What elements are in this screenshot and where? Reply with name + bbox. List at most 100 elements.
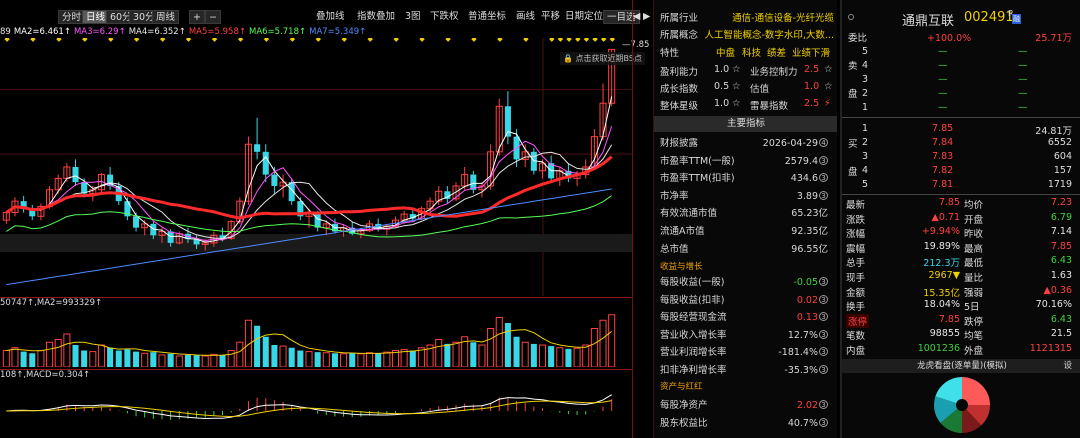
indicator-label: 每股收益(扣非) [660, 294, 725, 306]
chart-right-axis [632, 0, 652, 438]
draw-line-button[interactable]: 画线 [516, 10, 535, 24]
indicator-label: 每股经营现金流 [660, 312, 727, 324]
indicator-row: 财报披露 2026-04-29 4 [654, 136, 837, 152]
info-badge-icon: 3 [819, 294, 828, 304]
ma-legend-item: MA7=5.349↑ [309, 27, 367, 37]
ma-legend: 89 MA2=6.461↑ MA3=6.29↑ MA4=6.352↑ MA5=5.958… [0, 27, 369, 38]
candle-body [262, 151, 269, 175]
book-volume: — [1018, 60, 1028, 71]
info-badge-icon: 3 [819, 347, 828, 357]
volume-bar [37, 350, 45, 367]
ma-legend-item: MA6=5.718↑ [248, 27, 307, 37]
signal-marker: ◆ [471, 38, 477, 43]
signal-marker: ◆ [523, 38, 529, 43]
ma-legend-item: MA5=5.958↑ [188, 27, 246, 37]
stat-label: 均笔 [964, 331, 984, 343]
stat-label: 笔数 [846, 331, 866, 343]
volume-bar [262, 336, 269, 367]
quote-panel: 通鼎互联 002491 R 融 委比 +100.0% 25.71万 卖 盘 5—… [840, 0, 1080, 438]
indicator-label: 市盈率TTM(一般) [660, 155, 735, 167]
book-volume: 6552 [1047, 137, 1072, 148]
rating-value: 1.0 [714, 98, 730, 109]
info-badge-icon: 4 [819, 138, 828, 147]
kline-chart-panel[interactable]: 分时 日线 60分 30分 周线 + − 叠加线 指数叠加 3图 下跌权 普通坐… [0, 0, 652, 438]
book-level: 4 [862, 60, 869, 71]
period-button-intraday[interactable]: 分时 [58, 10, 86, 24]
signal-marker: ◆ [566, 38, 572, 43]
window-dot-icon[interactable] [848, 14, 854, 20]
rating-value: 2.5 [804, 98, 820, 109]
stat-value: 6.43 [1050, 255, 1072, 267]
lhb-settings-button[interactable]: 设 [1063, 359, 1072, 373]
book-volume: 24.81万 [1035, 126, 1072, 137]
indicator-value: 12.7% 3 [788, 328, 828, 344]
stat-value: ▲0.71 [931, 211, 960, 223]
signal-marker: ◆ [558, 38, 564, 43]
stat-label: 金额 [846, 287, 866, 299]
volume-bar [573, 347, 581, 367]
book-level: 5 [862, 46, 869, 57]
book-level: 3 [862, 74, 869, 85]
macd-area[interactable] [0, 381, 632, 438]
volume-bar [63, 333, 71, 367]
indicator-value: 2.02 3 [797, 398, 828, 414]
feature-tag: 业绩下滑 [792, 48, 831, 59]
volume-bar [150, 352, 157, 367]
zoom-in-button[interactable]: + [189, 10, 205, 24]
volume-bar [513, 336, 520, 367]
indicator-label: 有效流通市值 [660, 208, 718, 220]
book-volume: 604 [1053, 151, 1072, 162]
volume-area[interactable] [0, 309, 632, 367]
indicator-row: 有效流通市值 65.23亿 [654, 206, 837, 222]
ma-legend-item: MA2=6.461↑ [13, 27, 71, 37]
macd-legend: 108↑,MACD=0.304↑ [0, 370, 91, 380]
industry-value[interactable]: 通信-通信设备-光纤光缆 [732, 11, 834, 27]
overlay-line-dropdown[interactable]: 叠加线 [316, 10, 345, 24]
book-price: — [938, 74, 948, 85]
candlestick-area[interactable]: ◆ ◆ ◆ ◆ ◆ ◆ ◆ ◆ ◆ ◆ ◆ ◆ ◆ ◆ ◆ ◆ ◆ ◆ ◆ ◆ ◆ ◆ ◆ ◆ ◆ ◆ ◆ ◆ ◆ [0, 38, 632, 296]
info-badge-icon: 3 [819, 312, 828, 322]
coordinate-dropdown[interactable]: 普通坐标 [468, 10, 506, 24]
zoom-out-button[interactable]: − [205, 10, 221, 24]
volume-bar [124, 349, 131, 367]
period-button-daily[interactable]: 日线 [82, 10, 110, 24]
date-locate-button[interactable]: 日期定位 [565, 10, 603, 24]
stock-code: 002491 [964, 10, 1014, 25]
info-badge-icon: 3 [819, 365, 828, 374]
volume-bar [141, 352, 149, 367]
indicator-value: -35.3% 3 [784, 363, 828, 379]
signal-marker: ◆ [4, 38, 10, 43]
stat-value: 21.5 [1050, 328, 1072, 340]
indicator-label: 每股净资产 [660, 400, 708, 411]
book-divider [842, 117, 1080, 118]
indicator-label: 总市值 [660, 243, 689, 255]
panel-divider [0, 369, 632, 370]
stat-label: 换手 [846, 302, 866, 314]
indicator-label: 流通A市值 [660, 226, 705, 237]
candle-body [314, 212, 321, 228]
fundamentals-panel: 所属行业 通信-通信设备-光纤光缆 所属概念 人工智能概念-数字水印,大数...… [653, 0, 837, 438]
stat-value: 6.79 [1050, 211, 1072, 223]
feature-tag: 科技 [742, 48, 762, 59]
adjust-rights-dropdown[interactable]: 下跌权 [430, 10, 459, 24]
indicator-row: 营业收入增长率 12.7% 3 [654, 328, 837, 344]
indicator-label: 扣非净利增长率 [660, 365, 727, 376]
stat-label: 昨收 [964, 229, 984, 241]
indicator-row: 每股收益(扣非) 0.02 3 [654, 293, 837, 309]
sell-label: 卖 [848, 61, 858, 72]
pan-button[interactable]: 平移 [541, 10, 560, 24]
star-icon: ☆ [824, 81, 833, 92]
volume-bar [409, 350, 416, 367]
volume-bar [435, 339, 443, 367]
volume-bar [470, 342, 477, 367]
volume-bar [444, 343, 451, 367]
volume-bar [54, 339, 62, 367]
index-overlay-dropdown[interactable]: 指数叠加 [357, 10, 395, 24]
indicator-value: -0.05 3 [793, 275, 828, 291]
period-button-weekly[interactable]: 周线 [152, 10, 180, 24]
stat-value: 7.85 [938, 197, 960, 208]
book-volume: 157 [1053, 165, 1072, 176]
chart-count-dropdown[interactable]: 3图 [405, 10, 421, 24]
concept-value[interactable]: 人工智能概念-数字水印,大数... [704, 28, 834, 44]
book-price: — [938, 102, 948, 113]
